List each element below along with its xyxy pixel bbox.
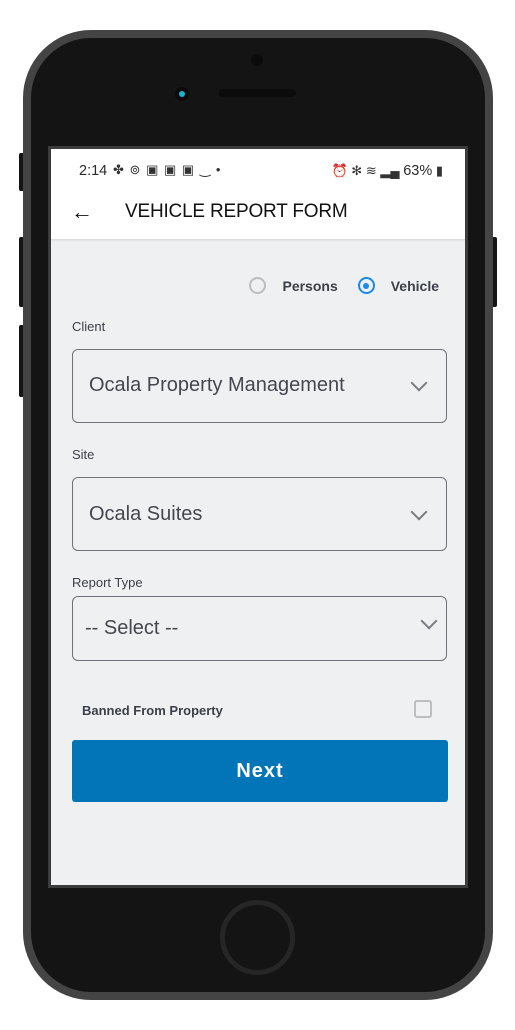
radio-checked-icon xyxy=(357,277,375,294)
report-type-value: -- Select -- xyxy=(85,617,179,639)
signal-icon: ▂▄ xyxy=(380,163,400,178)
site-label: Site xyxy=(72,447,95,462)
system-icons: ⏰ ✻ ≋ ▂▄ 63% ▮ xyxy=(331,163,443,179)
radio-persons[interactable]: Persons xyxy=(249,277,338,294)
notification-icons: ✤ ⊚ ▣ ▣ ▣ ‿ • xyxy=(113,162,221,178)
status-bar: 2:14 ✤ ⊚ ▣ ▣ ▣ ‿ • ⏰ ✻ ≋ ▂▄ 63% ▮ xyxy=(51,149,465,189)
alarm-icon: ⏰ xyxy=(331,163,348,178)
app-icon: ▣ xyxy=(181,162,196,177)
client-label: Client xyxy=(72,319,106,334)
link-icon: ⊚ xyxy=(129,162,142,177)
client-value: Ocala Property Management xyxy=(89,374,345,396)
site-value: Ocala Suites xyxy=(89,503,203,525)
site-select[interactable]: Ocala Suites xyxy=(72,477,447,551)
banned-from-property-checkbox[interactable] xyxy=(414,700,432,718)
back-button[interactable]: ← xyxy=(67,197,97,227)
battery-icon: ▮ xyxy=(435,163,443,178)
chevron-down-icon xyxy=(420,612,438,630)
radio-vehicle-label: Vehicle xyxy=(390,277,439,294)
page-title: VEHICLE REPORT FORM xyxy=(125,201,348,222)
radio-vehicle[interactable]: Vehicle xyxy=(357,277,439,294)
chevron-down-icon xyxy=(410,374,428,392)
report-mode-radio-group: Persons Vehicle xyxy=(249,277,439,294)
battery-level: 63% xyxy=(403,163,433,179)
phone-screen: 2:14 ✤ ⊚ ▣ ▣ ▣ ‿ • ⏰ ✻ ≋ ▂▄ 63% ▮ ← VEHI… xyxy=(48,146,468,888)
chevron-down-icon xyxy=(410,503,428,521)
app-icon: ▣ xyxy=(163,162,178,177)
arrow-left-icon: ← xyxy=(71,199,93,224)
proximity-sensor xyxy=(175,87,189,101)
home-button[interactable] xyxy=(220,900,295,975)
status-time: 2:14 xyxy=(79,163,108,179)
next-button[interactable]: Next xyxy=(72,740,448,802)
radio-unchecked-icon xyxy=(249,277,267,294)
radio-persons-label: Persons xyxy=(282,277,338,294)
app-icon: ▣ xyxy=(146,162,160,177)
pinwheel-icon: ✤ xyxy=(113,162,125,177)
wifi-icon: ≋ xyxy=(365,163,377,178)
report-type-label: Report Type xyxy=(72,575,143,590)
front-camera xyxy=(251,54,263,66)
dot-icon: • xyxy=(215,162,222,177)
smile-icon: ‿ xyxy=(199,162,212,177)
earpiece-speaker xyxy=(219,89,296,97)
client-select[interactable]: Ocala Property Management xyxy=(72,349,447,423)
banned-from-property-label: Banned From Property xyxy=(82,703,223,718)
report-type-select[interactable]: -- Select -- xyxy=(72,596,447,661)
app-bar: ← VEHICLE REPORT FORM xyxy=(51,189,465,240)
bluetooth-icon: ✻ xyxy=(351,163,363,178)
